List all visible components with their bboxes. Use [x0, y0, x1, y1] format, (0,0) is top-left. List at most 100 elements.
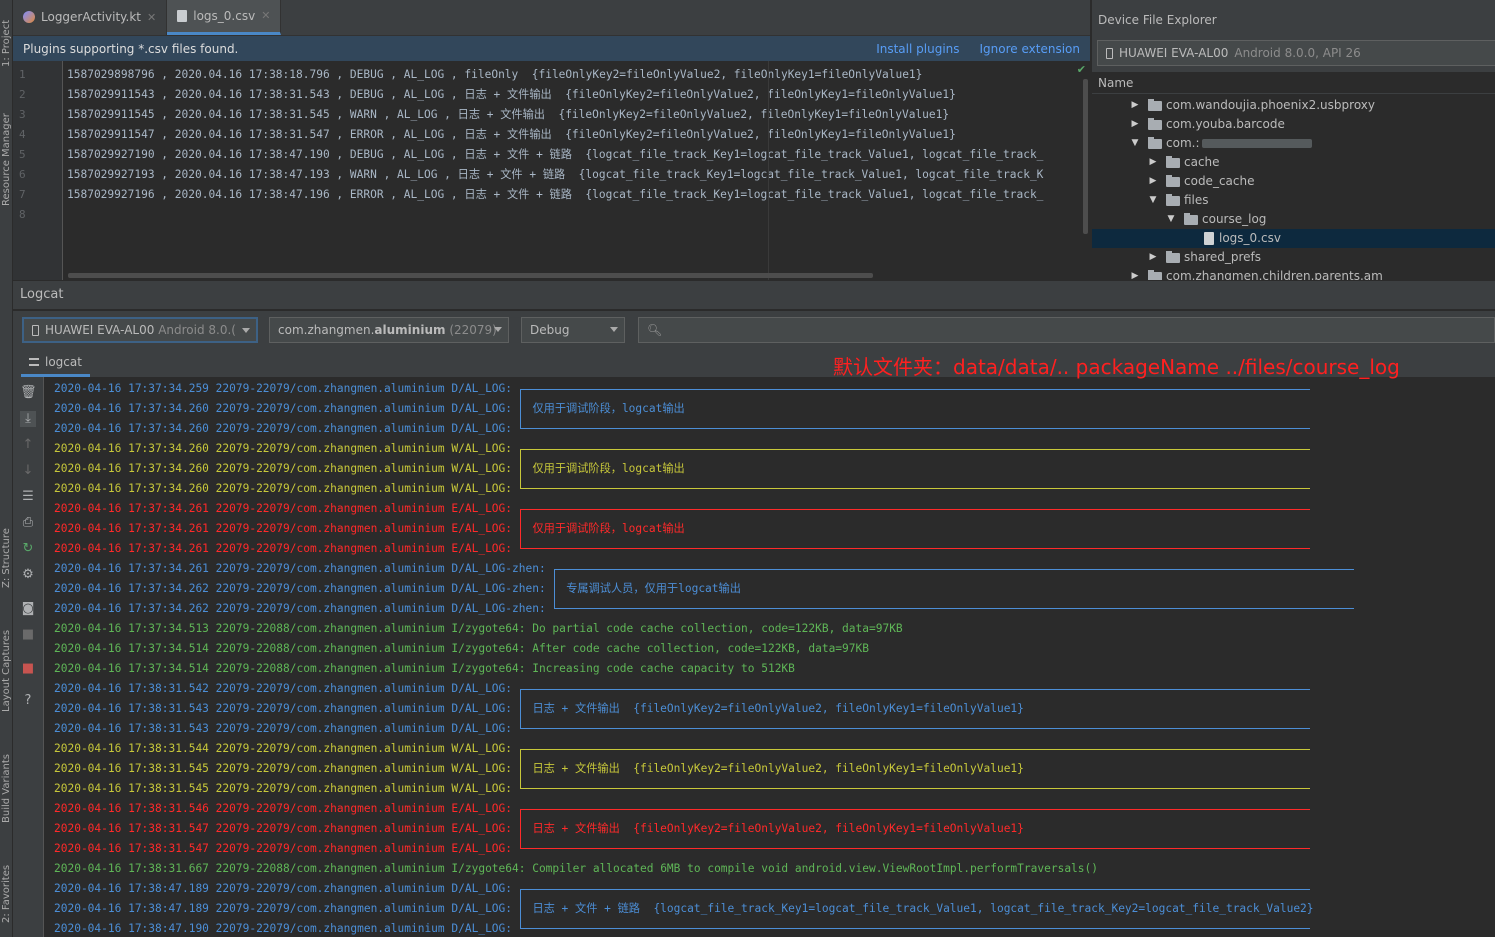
chevron-down-icon[interactable]: ▼: [1130, 134, 1140, 153]
line-number: 7: [19, 188, 26, 201]
log-box-mid: 仅用于调试阶段，logcat输出: [520, 459, 1310, 479]
log-box-mid: 仅用于调试阶段，logcat输出: [520, 399, 1310, 419]
tree-item-folder[interactable]: ▼ course_log: [1092, 210, 1495, 229]
chevron-down-icon[interactable]: ▼: [1166, 210, 1176, 229]
scroll-to-end-icon[interactable]: ⤓: [20, 411, 36, 427]
build-variants-tool-tab[interactable]: Build Variants: [0, 742, 13, 836]
tab-logs-csv[interactable]: logs_0.csv ✕: [167, 0, 282, 35]
process-prefix: com.zhangmen.: [278, 323, 375, 337]
tree-item-folder[interactable]: ▼ com.:: [1092, 134, 1495, 153]
project-tool-tab[interactable]: 1: Project: [0, 4, 13, 82]
chevron-right-icon[interactable]: ▶: [1130, 115, 1140, 134]
folder-icon: [1166, 251, 1180, 263]
ignore-extension-link[interactable]: Ignore extension: [980, 42, 1080, 56]
log-message: 仅用于调试阶段，logcat输出: [532, 462, 685, 475]
log-line-text: 2020-04-16 17:38:47.189 22079-22079/com.…: [54, 882, 519, 895]
log-line: 2020-04-16 17:38:31.543 22079-22079/com.…: [54, 699, 1024, 719]
install-plugins-link[interactable]: Install plugins: [876, 42, 959, 56]
log-level-dropdown[interactable]: Debug: [521, 317, 625, 343]
log-box-top: [520, 509, 1311, 519]
device-file-explorer: Device File Explorer HUAWEI EVA-AL00 And…: [1091, 0, 1495, 280]
folder-icon: [1166, 156, 1180, 168]
chevron-right-icon[interactable]: ▶: [1130, 267, 1140, 280]
log-line: 2020-04-16 17:38:47.190 22079-22079/com.…: [54, 919, 1311, 937]
log-line-text: 2020-04-16 17:38:31.547 22079-22079/com.…: [54, 842, 519, 855]
log-line-text: 2020-04-16 17:38:31.667 22079-22088/com.…: [54, 862, 1098, 875]
line-number: 6: [19, 168, 26, 181]
soft-wrap-icon[interactable]: ☰: [20, 489, 36, 505]
record-icon[interactable]: ■: [20, 627, 36, 643]
chevron-right-icon[interactable]: ▶: [1148, 248, 1158, 267]
file-icon: [1204, 232, 1214, 245]
log-box-mid: 仅用于调试阶段，logcat输出: [520, 519, 1310, 539]
code-line: 1587029911545 , 2020.04.16 17:38:31.545 …: [67, 108, 950, 121]
tree-item-folder[interactable]: ▶ cache: [1092, 153, 1495, 172]
phone-icon: [32, 324, 39, 336]
device-selector[interactable]: HUAWEI EVA-AL00 Android 8.0.0, API 26: [1097, 40, 1495, 66]
code-line: 1587029911543 , 2020.04.16 17:38:31.543 …: [67, 88, 956, 101]
horizontal-scrollbar[interactable]: [68, 273, 873, 278]
tab-label: logcat: [45, 354, 82, 369]
code-line: 1587029927190 , 2020.04.16 17:38:47.190 …: [67, 148, 1044, 161]
device-dropdown[interactable]: HUAWEI EVA-AL00 Android 8.0.(: [22, 317, 258, 343]
log-line-text: 2020-04-16 17:37:34.261 22079-22079/com.…: [54, 562, 553, 575]
print-icon[interactable]: ⎙: [20, 515, 36, 531]
tree-item-folder[interactable]: ▶ com.wandoujia.phoenix2.usbproxy: [1092, 96, 1495, 115]
chevron-right-icon[interactable]: ▶: [1130, 96, 1140, 115]
tree-item-folder[interactable]: ▶ com.zhangmen.children.parents.am: [1092, 267, 1495, 280]
tree-item-file-selected[interactable]: logs_0.csv: [1092, 229, 1495, 248]
tree-item-folder[interactable]: ▶ com.youba.barcode: [1092, 115, 1495, 134]
close-icon[interactable]: ✕: [147, 11, 156, 24]
code-lines[interactable]: 1587029898796 , 2020.04.16 17:38:18.796 …: [63, 61, 1090, 280]
chevron-down-icon: [494, 327, 502, 332]
chevron-down-icon: [242, 328, 250, 333]
layout-captures-tool-tab[interactable]: Layout Captures: [0, 616, 13, 726]
trash-icon[interactable]: 🗑︎: [20, 385, 37, 401]
log-message: 专属调试人员，仅用于logcat输出: [566, 582, 741, 595]
tree-item-folder[interactable]: ▶ shared_prefs: [1092, 248, 1495, 267]
structure-tool-tab[interactable]: Z: Structure: [0, 512, 13, 604]
tab-loggeractivity[interactable]: LoggerActivity.kt ✕: [13, 0, 168, 35]
chevron-right-icon[interactable]: ▶: [1148, 172, 1158, 191]
log-box-bot: [520, 539, 1311, 549]
process-name: aluminium: [374, 323, 446, 337]
log-message: 仅用于调试阶段，logcat输出: [532, 402, 685, 415]
kotlin-file-icon: [23, 11, 35, 23]
log-box-top: [520, 449, 1311, 459]
device-detail: Android 8.0.0, API 26: [1234, 46, 1361, 60]
gear-icon[interactable]: ⚙: [20, 567, 36, 583]
line-number-gutter: 1 2 3 4 5 6 7 8: [13, 61, 63, 280]
vertical-scrollbar[interactable]: [1083, 79, 1088, 234]
device-detail: Android 8.0.(: [158, 323, 236, 337]
column-header-name[interactable]: Name: [1092, 72, 1495, 94]
log-icon: [29, 357, 39, 366]
log-box-top: [520, 809, 1311, 819]
restart-icon[interactable]: ↻: [20, 541, 36, 557]
logcat-output[interactable]: 2020-04-16 17:37:34.259 22079-22079/com.…: [43, 377, 1495, 937]
code-line: 1587029927193 , 2020.04.16 17:38:47.193 …: [67, 168, 1044, 181]
arrow-up-icon[interactable]: ↑: [20, 437, 36, 453]
folder-icon: [1184, 213, 1198, 225]
help-icon[interactable]: ?: [20, 693, 36, 709]
logcat-tab-row: logcat 默认文件夹：data/data/.. packageName ..…: [13, 349, 1495, 379]
stop-icon[interactable]: ■: [20, 661, 36, 677]
chevron-right-icon[interactable]: ▶: [1148, 153, 1158, 172]
log-line: 2020-04-16 17:38:31.546 22079-22079/com.…: [54, 799, 1311, 819]
log-box-top: [554, 569, 1355, 579]
process-dropdown[interactable]: com.zhangmen. aluminium (22079): [269, 317, 509, 343]
close-icon[interactable]: ✕: [261, 9, 270, 22]
favorites-tool-tab[interactable]: 2: Favorites: [0, 852, 13, 936]
search-input[interactable]: 🔍︎: [638, 317, 1495, 343]
chevron-down-icon[interactable]: ▼: [1148, 191, 1158, 210]
resource-manager-tool-tab[interactable]: Resource Manager: [0, 100, 13, 220]
log-line-text: 2020-04-16 17:37:34.260 22079-22079/com.…: [54, 462, 519, 475]
arrow-down-icon[interactable]: ↓: [20, 463, 36, 479]
log-line-text: 2020-04-16 17:38:31.542 22079-22079/com.…: [54, 682, 519, 695]
tab-logcat[interactable]: logcat: [21, 349, 90, 377]
tree-item-folder[interactable]: ▶ code_cache: [1092, 172, 1495, 191]
camera-icon[interactable]: ◙: [20, 601, 36, 617]
log-line-text: 2020-04-16 17:37:34.259 22079-22079/com.…: [54, 382, 519, 395]
tree-item-folder[interactable]: ▼ files: [1092, 191, 1495, 210]
log-line: 2020-04-16 17:37:34.260 22079-22079/com.…: [54, 399, 685, 419]
code-area[interactable]: 1 2 3 4 5 6 7 8 1587029898796 , 2020.04.…: [13, 61, 1090, 280]
